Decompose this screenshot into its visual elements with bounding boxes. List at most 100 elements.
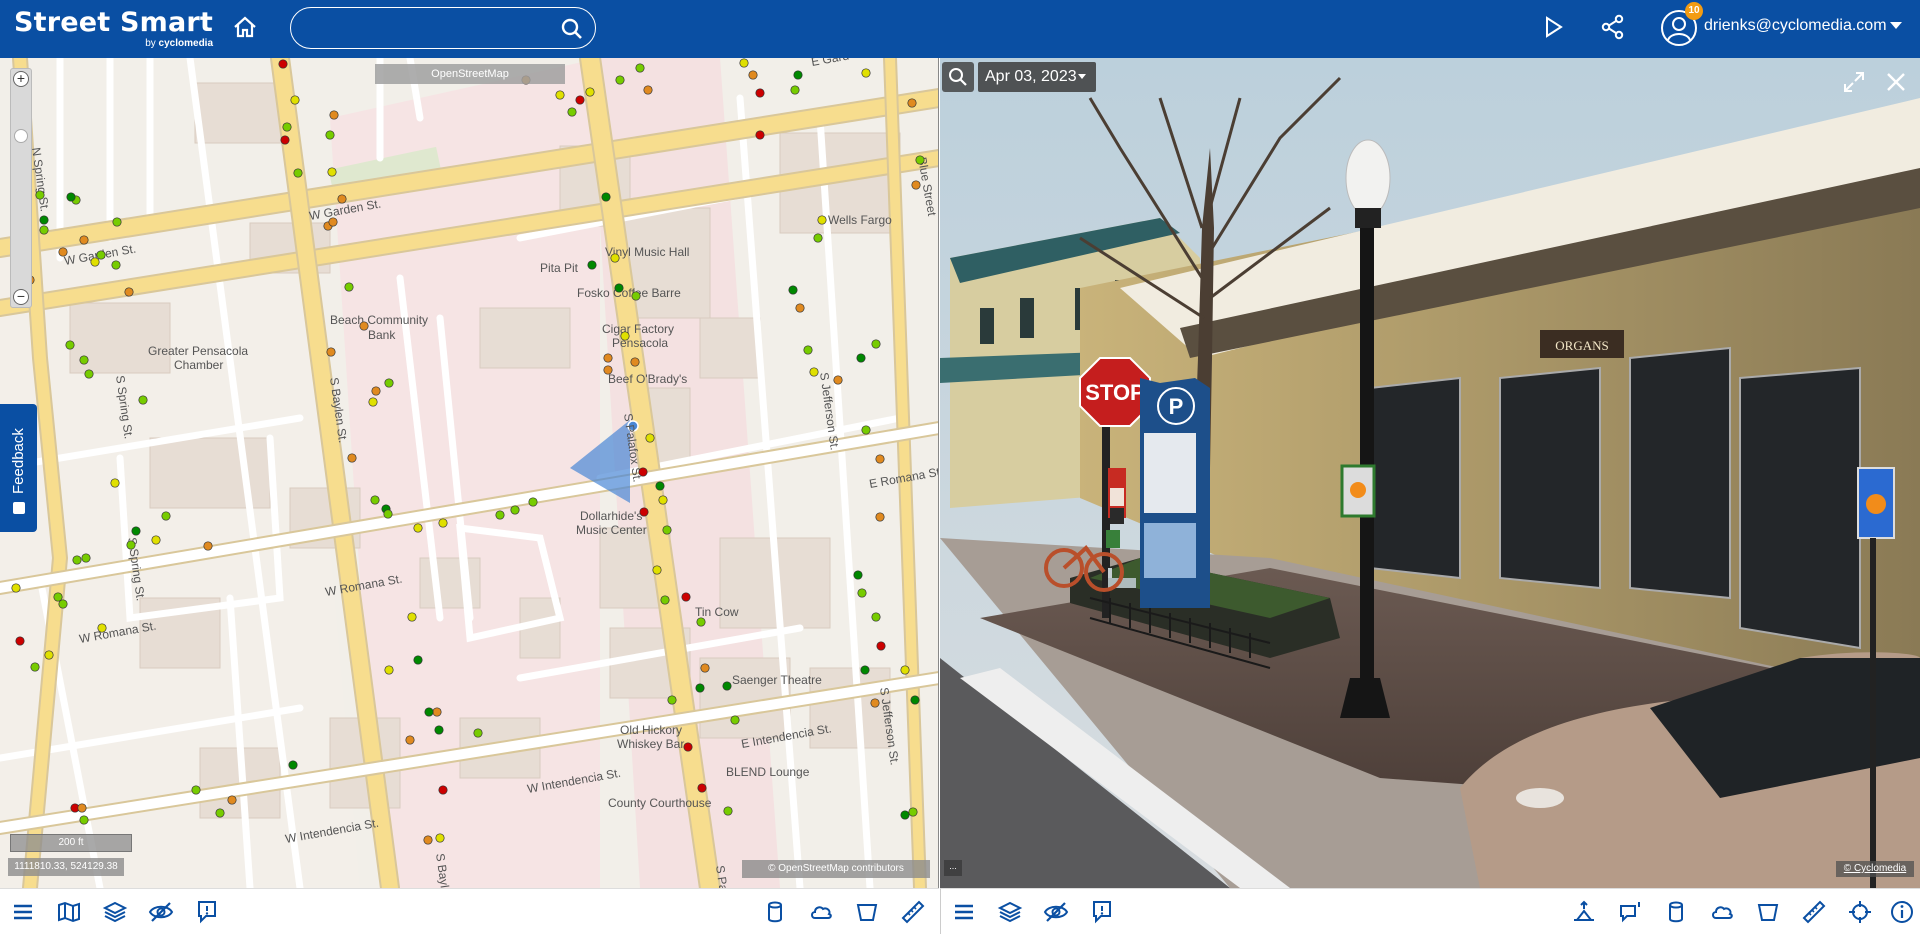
map-feature-point[interactable] <box>645 433 655 443</box>
map-canvas[interactable]: W Garden St. W Garden St. E Gard Wells F… <box>0 58 939 888</box>
map-feature-point[interactable] <box>915 155 925 165</box>
map-feature-point[interactable] <box>435 833 445 843</box>
map-feature-point[interactable] <box>875 454 885 464</box>
feature-marker[interactable] <box>1350 482 1366 498</box>
map-feature-point[interactable] <box>278 59 288 69</box>
map-feature-point[interactable] <box>667 695 677 705</box>
map-feature-point[interactable] <box>603 365 613 375</box>
map-feature-point[interactable] <box>510 505 520 515</box>
panorama-viewer[interactable]: ORGANS STOP P Apr 03, 2023 ... © Cyclome… <box>940 58 1920 888</box>
cylinder-button[interactable] <box>762 899 788 925</box>
panorama-image[interactable]: ORGANS STOP P <box>940 58 1920 888</box>
map-button[interactable] <box>56 899 82 925</box>
recording-date-selector[interactable]: Apr 03, 2023 <box>978 62 1096 92</box>
map-feature-point[interactable] <box>695 683 705 693</box>
map-feature-point[interactable] <box>368 397 378 407</box>
map-feature-point[interactable] <box>329 110 339 120</box>
play-button[interactable] <box>1540 14 1568 42</box>
map-feature-point[interactable] <box>639 507 649 517</box>
map-feature-point[interactable] <box>809 367 819 377</box>
expand-button[interactable] <box>1842 70 1866 94</box>
crosshair-button[interactable] <box>1847 899 1873 925</box>
cloud-button[interactable] <box>808 899 834 925</box>
map-feature-point[interactable] <box>79 235 89 245</box>
map-feature-point[interactable] <box>730 715 740 725</box>
map-feature-point[interactable] <box>110 478 120 488</box>
map-feature-point[interactable] <box>407 612 417 622</box>
user-email[interactable]: drienks@cyclomedia.com <box>1704 17 1887 35</box>
map-feature-point[interactable] <box>871 339 881 349</box>
map-feature-point[interactable] <box>328 217 338 227</box>
map-feature-point[interactable] <box>790 85 800 95</box>
map-feature-point[interactable] <box>861 68 871 78</box>
comment-button[interactable] <box>1617 899 1643 925</box>
map-feature-point[interactable] <box>79 815 89 825</box>
map-feature-point[interactable] <box>700 663 710 673</box>
map-feature-point[interactable] <box>803 345 813 355</box>
map-feature-point[interactable] <box>681 592 691 602</box>
ruler-button[interactable] <box>1801 899 1827 925</box>
feedback-tab[interactable]: Feedback <box>0 404 37 532</box>
elevation-button[interactable] <box>1571 899 1597 925</box>
zoom-control[interactable]: + − <box>10 68 32 308</box>
map-feature-point[interactable] <box>620 331 630 341</box>
map-feature-point[interactable] <box>81 553 91 563</box>
menu-button[interactable] <box>951 899 977 925</box>
map-feature-point[interactable] <box>755 130 765 140</box>
map-feature-point[interactable] <box>630 357 640 367</box>
map-feature-point[interactable] <box>215 808 225 818</box>
zoom-in-button[interactable]: + <box>13 71 29 87</box>
chevron-down-icon[interactable] <box>1890 22 1902 29</box>
map-feature-point[interactable] <box>384 665 394 675</box>
map-feature-point[interactable] <box>288 760 298 770</box>
map-feature-point[interactable] <box>793 70 803 80</box>
map-feature-point[interactable] <box>643 85 653 95</box>
map-feature-point[interactable] <box>432 707 442 717</box>
map-feature-point[interactable] <box>900 810 910 820</box>
map-feature-point[interactable] <box>72 555 82 565</box>
map-feature-point[interactable] <box>528 497 538 507</box>
map-feature-point[interactable] <box>631 291 641 301</box>
home-button[interactable] <box>232 14 260 42</box>
map-feature-point[interactable] <box>90 257 100 267</box>
map-feature-point[interactable] <box>344 282 354 292</box>
map-feature-point[interactable] <box>290 95 300 105</box>
map-feature-point[interactable] <box>39 225 49 235</box>
map-feature-point[interactable] <box>833 375 843 385</box>
more-options-button[interactable]: ... <box>944 860 962 876</box>
map-feature-point[interactable] <box>11 583 21 593</box>
map-feature-point[interactable] <box>44 650 54 660</box>
map-feature-point[interactable] <box>413 523 423 533</box>
map-feature-point[interactable] <box>870 698 880 708</box>
map-feature-point[interactable] <box>739 58 749 68</box>
map-feature-point[interactable] <box>126 540 136 550</box>
map-feature-point[interactable] <box>900 665 910 675</box>
map-feature-point[interactable] <box>405 735 415 745</box>
map-feature-point[interactable] <box>655 481 665 491</box>
map-feature-point[interactable] <box>587 260 597 270</box>
map-feature-point[interactable] <box>614 283 624 293</box>
map-feature-point[interactable] <box>438 518 448 528</box>
map-feature-point[interactable] <box>191 785 201 795</box>
visibility-off-button[interactable] <box>1043 899 1069 925</box>
map-feature-point[interactable] <box>908 807 918 817</box>
brand-logo[interactable]: Street Smart by cyclomedia <box>14 8 213 50</box>
map-feature-point[interactable] <box>575 95 585 105</box>
report-button[interactable] <box>1089 899 1115 925</box>
map-feature-point[interactable] <box>97 623 107 633</box>
map-feature-point[interactable] <box>875 512 885 522</box>
map-feature-point[interactable] <box>15 636 25 646</box>
map-feature-point[interactable] <box>638 467 648 477</box>
map-feature-point[interactable] <box>112 217 122 227</box>
map-feature-point[interactable] <box>857 588 867 598</box>
panorama-attribution[interactable]: © Cyclomedia <box>1836 861 1914 877</box>
ruler-button[interactable] <box>900 899 926 925</box>
map-feature-point[interactable] <box>423 835 433 845</box>
map-feature-point[interactable] <box>282 122 292 132</box>
map-feature-point[interactable] <box>151 535 161 545</box>
map-feature-point[interactable] <box>697 783 707 793</box>
map-feature-point[interactable] <box>567 107 577 117</box>
map-feature-point[interactable] <box>871 612 881 622</box>
map-feature-point[interactable] <box>434 725 444 735</box>
map-feature-point[interactable] <box>495 510 505 520</box>
